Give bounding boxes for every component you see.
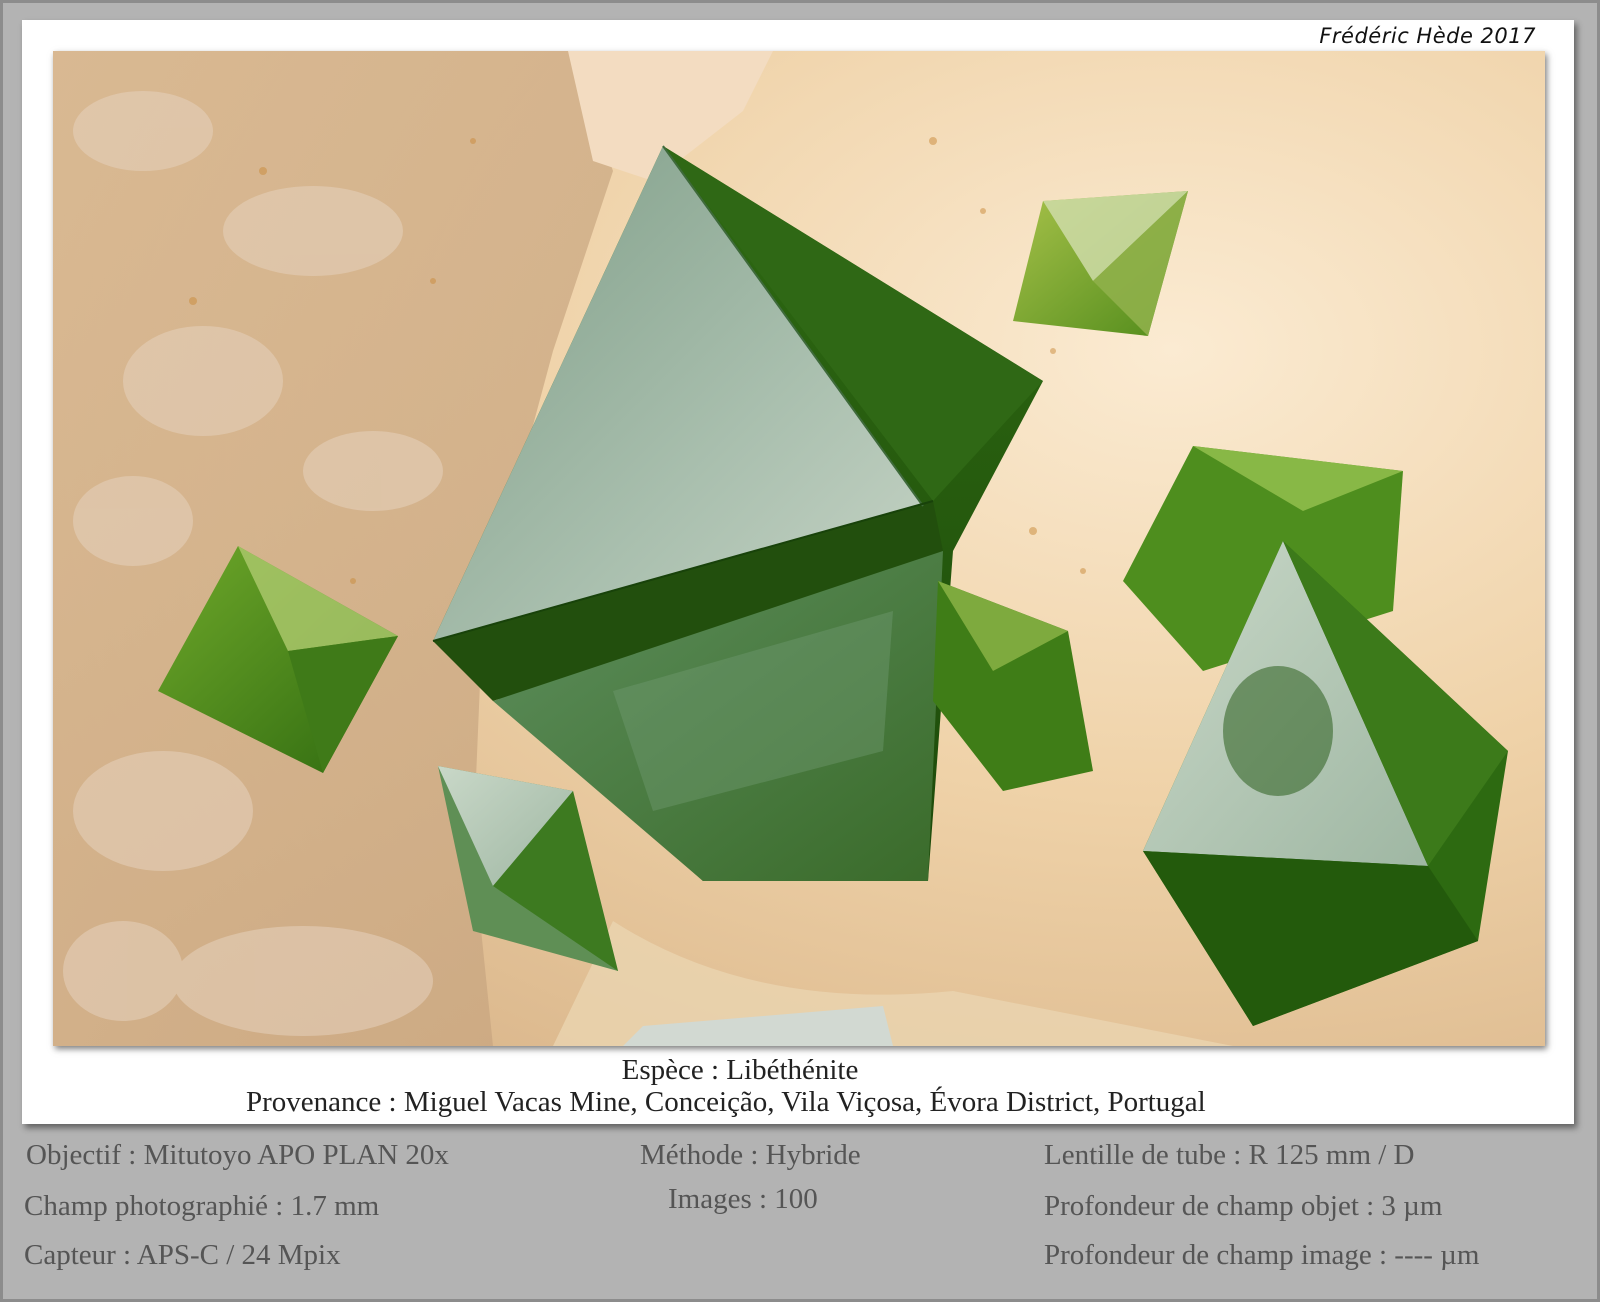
species-label: Espèce : Libéthénite	[621, 1054, 859, 1086]
sensor-info: Capteur : APS-C / 24 Mpix	[24, 1239, 341, 1271]
method-info: Méthode : Hybride	[640, 1139, 861, 1171]
objective-info: Objectif : Mitutoyo APO PLAN 20x	[26, 1139, 449, 1171]
provenance-label: Provenance : Miguel Vacas Mine, Conceiçã…	[246, 1086, 1206, 1118]
object-dof-info: Profondeur de champ objet : 3 µm	[1044, 1190, 1443, 1222]
image-count-info: Images : 100	[668, 1183, 818, 1215]
species-caption-row: Espèce : Libéthénite	[0, 1054, 1600, 1087]
image-dof-info: Profondeur de champ image : ---- µm	[1044, 1239, 1480, 1271]
mineral-photograph	[53, 51, 1545, 1046]
tube-lens-info: Lentille de tube : R 125 mm / D	[1044, 1139, 1415, 1171]
photographer-credit: Frédéric Hède 2017	[1319, 24, 1536, 48]
field-of-view-info: Champ photographié : 1.7 mm	[24, 1190, 380, 1222]
